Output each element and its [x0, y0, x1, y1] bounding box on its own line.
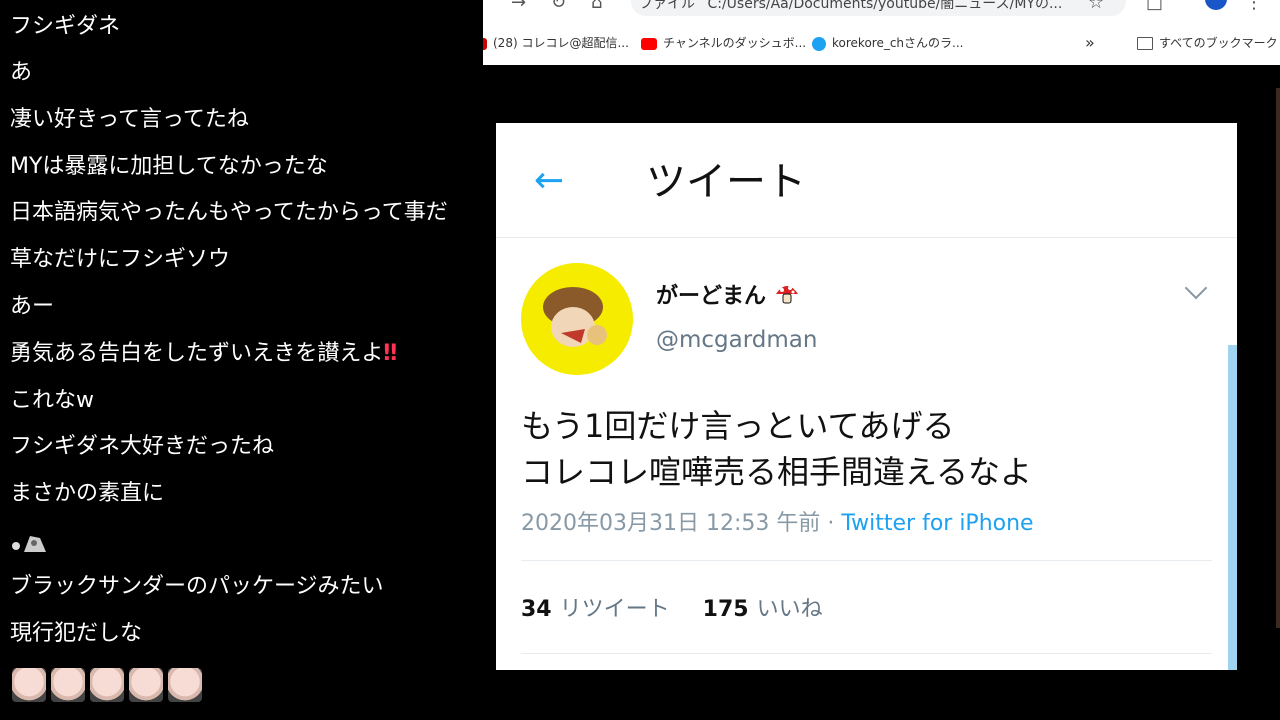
chat-message: MYは暴露に加担してなかったな [10, 154, 328, 179]
chevron-down-icon[interactable] [1184, 276, 1208, 300]
likes-label: いいね [756, 597, 823, 622]
mushroom-icon [775, 286, 798, 304]
back-arrow-icon[interactable]: ← [534, 159, 564, 203]
user-handle[interactable]: @mcgardman [656, 327, 817, 353]
tweet-header-title: ツイート [646, 159, 806, 205]
tweet-stats: 34 リツイート 175 いいね [521, 591, 823, 623]
retweets-count: 34 [521, 597, 552, 622]
tweet-text-line: コレコレ喧嘩売る相手間違えるなよ [521, 453, 1033, 491]
home-icon[interactable]: ⌂ [591, 0, 602, 13]
chat-message: あー [10, 294, 55, 319]
folder-icon [1137, 37, 1153, 50]
bookmark-favicon-icon [483, 37, 487, 50]
bookmark-item[interactable]: korekore_chさんのラ... [812, 34, 963, 52]
stamp-icon [10, 532, 46, 554]
chat-message-text: 勇気ある告白をしたずいえきを讃えよ [10, 341, 384, 366]
likes-count: 175 [702, 597, 749, 622]
chat-message: 現行犯だしな [10, 621, 143, 646]
menu-icon[interactable]: ⋮ [1245, 0, 1263, 13]
chat-message-with-emoji: 勇気ある告白をしたずいえきを讃えよ‼ [10, 339, 397, 369]
retweets-label: リツイート [559, 597, 670, 622]
file-label: ファイル [639, 0, 695, 12]
chat-panel: フシギダネ あ 凄い好きって言ってたね MYは暴露に加担してなかったな 日本語病… [0, 0, 483, 720]
bookmark-item[interactable]: (28) コレコレ@超配信... [483, 34, 629, 52]
chat-message: ブラックサンダーのパッケージみたい [10, 574, 384, 599]
chat-message: フシギダネ [10, 14, 121, 39]
chat-message: 日本語病気やったんもやってたからって事だ [10, 200, 448, 225]
bookmark-item[interactable]: チャンネルのダッシュボ... [641, 34, 806, 52]
chat-message: 凄い好きって言ってたね [10, 107, 249, 132]
tweet-timestamp: 2020年03月31日 12:53 午前 · [521, 511, 842, 536]
divider [496, 237, 1237, 238]
chat-message: あ [10, 60, 33, 85]
address-bar[interactable]: ファイル C:/Users/Aa/Documents/youtube/闇ニュース… [631, 0, 1126, 16]
bookmarks-overflow-icon[interactable]: » [1085, 34, 1095, 52]
all-bookmarks[interactable]: すべてのブックマーク [1137, 34, 1278, 52]
tweet-source-link[interactable]: Twitter for iPhone [841, 511, 1033, 536]
extensions-icon[interactable]: □ [1146, 0, 1163, 13]
divider [521, 653, 1212, 654]
retweets-stat[interactable]: 34 リツイート [521, 597, 670, 622]
browser-chrome: → ↻ ⌂ ファイル C:/Users/Aa/Documents/youtube… [483, 0, 1280, 65]
forward-icon[interactable]: → [511, 0, 526, 13]
tweet-meta: 2020年03月31日 12:53 午前 · Twitter for iPhon… [521, 505, 1034, 537]
chat-message: フシギダネ大好きだったね [10, 434, 275, 459]
avatar[interactable] [521, 263, 633, 375]
double-exclamation-icon: ‼ [383, 341, 398, 366]
chat-message: 草なだけにフシギソウ [10, 247, 231, 272]
face-stamp-icon [12, 668, 46, 702]
face-stamp-icon [51, 668, 85, 702]
chat-stamp-message [10, 528, 46, 558]
tweet-text: もう1回だけ言っといてあげる コレコレ喧嘩売る相手間違えるなよ [521, 403, 1032, 495]
chat-message: これなw [10, 388, 94, 413]
background-strip [1276, 88, 1280, 628]
bookmark-favicon-icon [812, 36, 826, 51]
address-text: C:/Users/Aa/Documents/youtube/闇ニュース/MYの.… [707, 0, 1063, 12]
divider [521, 560, 1212, 561]
face-stamp-icon [90, 668, 124, 702]
display-name[interactable]: がーどまん [656, 278, 800, 310]
likes-stat[interactable]: 175 いいね [703, 597, 823, 622]
face-stamp-row [12, 668, 207, 706]
tweet-text-line: もう1回だけ言っといてあげる [521, 407, 955, 445]
scrollbar[interactable] [1228, 345, 1237, 670]
face-stamp-icon [129, 668, 163, 702]
tweet-card: ← ツイート がーどまん @mcgardman もう1回だけ言っといてあげる コ… [496, 123, 1237, 670]
youtube-icon [641, 37, 657, 50]
face-stamp-icon [168, 668, 202, 702]
star-icon[interactable]: ☆ [1088, 0, 1104, 13]
profile-avatar[interactable] [1205, 0, 1227, 10]
reload-icon[interactable]: ↻ [551, 0, 566, 13]
chat-message: まさかの素直に [10, 481, 165, 506]
